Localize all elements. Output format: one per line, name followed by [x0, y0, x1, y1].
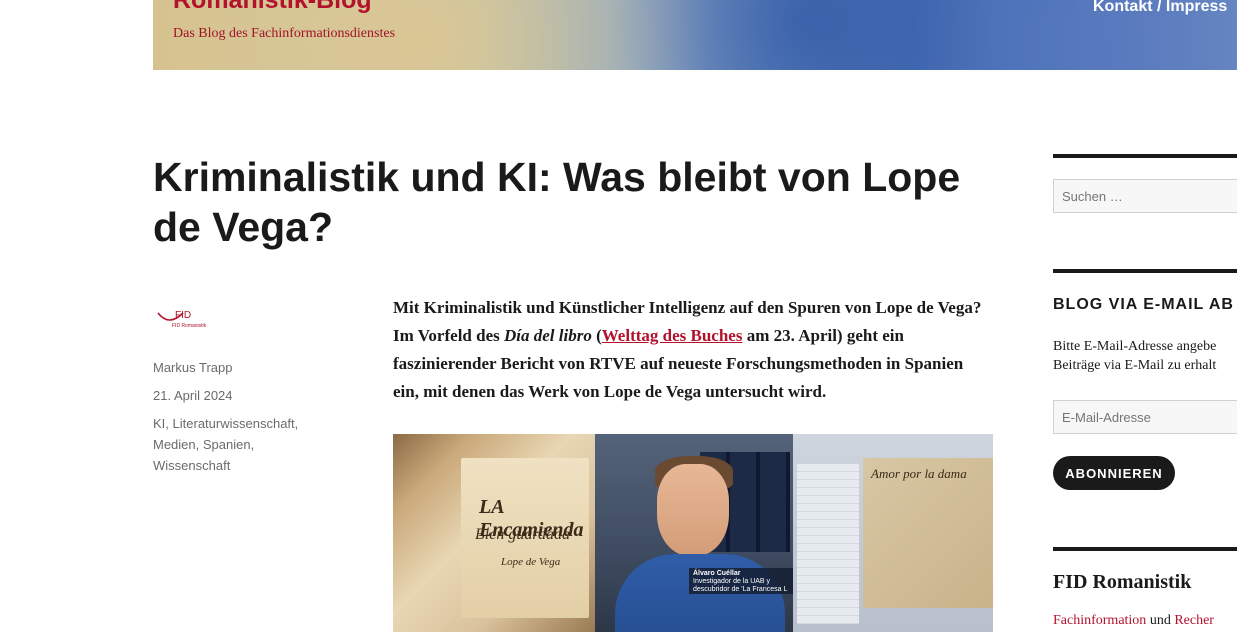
recherche-link[interactable]: Recher: [1174, 613, 1214, 628]
widget-divider: [1053, 154, 1237, 158]
manuscript-subtitle: Bien guardada: [475, 526, 570, 543]
lower-third-role: Investigador de la UAB y descubridor de …: [693, 578, 788, 593]
manuscript-panel: LA Encamienda Bien guardada Lope de Vega: [393, 434, 595, 632]
screen-panel: Amor por la dama: [793, 434, 993, 632]
site-header: Romanistik-Blog Das Blog des Fachinforma…: [153, 0, 1237, 70]
post-title: Kriminalistik und KI: Was bleibt von Lop…: [153, 154, 961, 250]
post-categories: KI, Literaturwissenschaft, Medien, Spani…: [153, 416, 299, 473]
manuscript-note: Lope de Vega: [501, 556, 561, 568]
screen-file-list: [797, 464, 859, 624]
fachinformation-link[interactable]: Fachinformation: [1053, 613, 1146, 628]
widget-divider: [1053, 547, 1237, 551]
subscribe-description: Bitte E-Mail-Adresse angebe Beiträge via…: [1053, 339, 1217, 373]
category-link[interactable]: Literaturwissenschaft: [173, 416, 295, 431]
site-title[interactable]: Romanistik-Blog: [173, 0, 372, 15]
manuscript-page: LA Encamienda Bien guardada Lope de Vega: [461, 458, 589, 618]
category-link[interactable]: Medien: [153, 437, 196, 452]
screen-document: Amor por la dama: [863, 458, 993, 608]
nav-contact-imprint[interactable]: Kontakt / Impress: [1093, 0, 1227, 16]
author-avatar[interactable]: FID FID Romanistik: [155, 305, 207, 331]
fid-widget-title: FID Romanistik: [1053, 571, 1192, 593]
subscribe-button[interactable]: ABONNIEREN: [1053, 456, 1175, 490]
intro-text: (: [591, 326, 602, 345]
fid-links: Fachinformation und Recher: [1053, 613, 1214, 629]
category-link[interactable]: Spanien: [203, 437, 251, 452]
fid-and-text: und: [1146, 613, 1175, 628]
document-text: Amor por la dama: [871, 466, 967, 481]
post-intro: Mit Kriminalistik und Künstlicher Intell…: [393, 294, 993, 406]
lower-third-name: Álvaro Cuéllar: [693, 570, 741, 577]
post-date[interactable]: 21. April 2024: [153, 385, 333, 406]
welttag-link[interactable]: Welttag des Buches: [602, 326, 743, 345]
svg-text:FID Romanistik: FID Romanistik: [172, 323, 207, 329]
email-field[interactable]: [1053, 400, 1237, 434]
post-featured-image[interactable]: LA Encamienda Bien guardada Lope de Vega…: [393, 434, 993, 632]
category-link[interactable]: KI: [153, 416, 165, 431]
subscribe-widget-title: BLOG VIA E-MAIL AB: [1053, 296, 1234, 313]
post-meta: FID FID Romanistik Markus Trapp 21. Apri…: [153, 305, 333, 476]
post-author[interactable]: Markus Trapp: [153, 357, 333, 378]
search-input[interactable]: [1053, 179, 1237, 213]
video-panel: [595, 434, 793, 632]
person-face: [657, 464, 729, 556]
svg-text:FID: FID: [175, 310, 191, 321]
intro-italic: Día del libro: [503, 326, 592, 345]
category-link[interactable]: Wissenschaft: [153, 458, 230, 473]
site-description: Das Blog des Fachinformationsdienstes: [173, 26, 396, 41]
lower-third-caption: Álvaro Cuéllar Investigador de la UAB y …: [689, 568, 799, 594]
widget-divider: [1053, 269, 1237, 273]
